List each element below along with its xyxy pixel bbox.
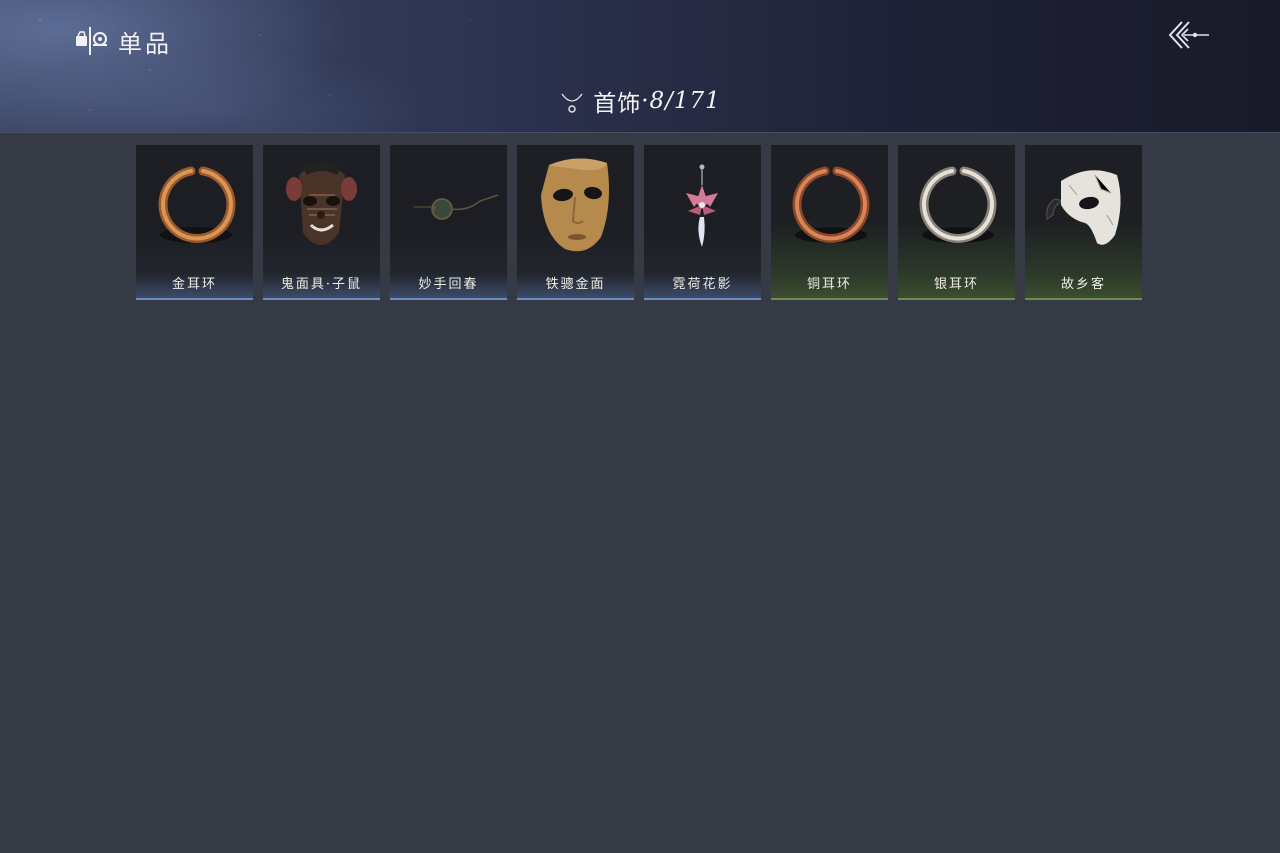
collection-icon bbox=[76, 27, 107, 55]
white-half-mask-icon bbox=[1046, 170, 1121, 245]
item-name: 鬼面具·子鼠 bbox=[280, 277, 363, 292]
item-name: 铜耳环 bbox=[806, 277, 852, 292]
copper-earring-icon bbox=[792, 166, 870, 243]
category-count: 8/171 bbox=[649, 88, 721, 114]
item-grid: 金耳环 鬼面具·子鼠 妙手回春 铁骢金面 霓荷花影 铜耳环 银耳环 故乡客 bbox=[136, 145, 1142, 300]
item-card-rat-mask[interactable]: 鬼面具·子鼠 bbox=[263, 145, 380, 300]
glasses-icon bbox=[414, 194, 499, 220]
item-card-copper-earring[interactable]: 铜耳环 bbox=[771, 145, 888, 300]
item-name: 妙手回春 bbox=[418, 277, 479, 292]
lotus-pendant-icon bbox=[686, 164, 718, 247]
item-card-white-half-mask[interactable]: 故乡客 bbox=[1025, 145, 1142, 300]
category-name: 首饰 bbox=[593, 91, 642, 117]
header-banner: 单品 首饰 · 8/171 bbox=[0, 0, 1280, 133]
category-separator: · bbox=[641, 88, 650, 114]
item-card-glasses[interactable]: 妙手回春 bbox=[390, 145, 507, 300]
item-name: 铁骢金面 bbox=[545, 277, 606, 292]
item-card-lotus-pendant[interactable]: 霓荷花影 bbox=[644, 145, 761, 300]
item-card-golden-mask[interactable]: 铁骢金面 bbox=[517, 145, 634, 300]
item-name: 故乡客 bbox=[1060, 277, 1106, 292]
gold-earring-icon bbox=[158, 166, 236, 243]
silver-earring-icon bbox=[919, 166, 997, 243]
item-name: 金耳环 bbox=[171, 277, 217, 292]
rat-mask-icon bbox=[286, 161, 357, 245]
category-heading: 首饰 · 8/171 bbox=[0, 84, 1280, 118]
item-card-gold-earring[interactable]: 金耳环 bbox=[136, 145, 253, 300]
back-arrow-icon[interactable] bbox=[1164, 18, 1212, 52]
item-name: 银耳环 bbox=[933, 277, 979, 292]
necklace-icon bbox=[561, 93, 583, 113]
golden-mask-icon bbox=[541, 158, 609, 252]
page-header: 单品 bbox=[74, 24, 172, 58]
item-card-silver-earring[interactable]: 银耳环 bbox=[898, 145, 1015, 300]
page-title: 单品 bbox=[118, 29, 172, 58]
item-name: 霓荷花影 bbox=[672, 277, 733, 292]
